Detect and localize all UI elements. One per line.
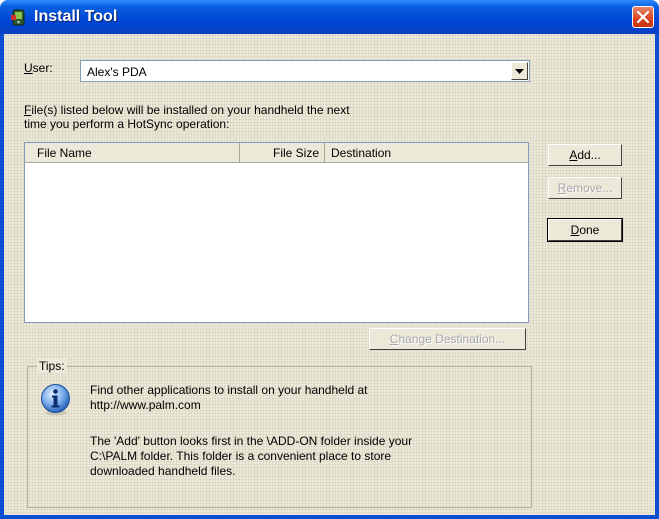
file-list-header: File Name File Size Destination	[25, 143, 528, 163]
done-button[interactable]: Done	[547, 218, 623, 242]
tip-add-on-folder: The 'Add' button looks first in the \ADD…	[90, 434, 413, 478]
column-header-destination[interactable]: Destination	[325, 143, 528, 163]
user-dropdown-value: Alex's PDA	[87, 65, 147, 79]
column-header-file-name[interactable]: File Name	[25, 143, 240, 163]
tips-group: Tips: Find other applications to install…	[27, 359, 532, 508]
add-button[interactable]: Add...	[548, 144, 622, 166]
close-button[interactable]	[632, 6, 654, 28]
file-list[interactable]: File Name File Size Destination	[24, 142, 529, 323]
chevron-down-icon	[515, 69, 524, 74]
remove-button[interactable]: Remove...	[548, 177, 622, 199]
column-header-file-size[interactable]: File Size	[240, 143, 325, 163]
window-title: Install Tool	[34, 8, 118, 25]
install-tool-window: Install Tool User: Alex's PDA File(s) li…	[0, 0, 659, 519]
install-description: File(s) listed below will be installed o…	[24, 103, 350, 131]
tips-legend: Tips:	[37, 359, 67, 373]
user-dropdown[interactable]: Alex's PDA	[80, 60, 530, 82]
close-icon	[637, 11, 649, 23]
user-dropdown-button[interactable]	[511, 62, 528, 80]
title-bar[interactable]: Install Tool	[0, 0, 659, 34]
tip-palm-website: Find other applications to install on yo…	[90, 383, 368, 412]
user-label: User:	[24, 61, 53, 75]
dialog-body: User: Alex's PDA File(s) listed below wi…	[4, 34, 655, 515]
change-destination-button[interactable]: Change Destination...	[369, 328, 526, 350]
install-tool-icon	[11, 9, 25, 26]
info-icon	[41, 384, 70, 416]
